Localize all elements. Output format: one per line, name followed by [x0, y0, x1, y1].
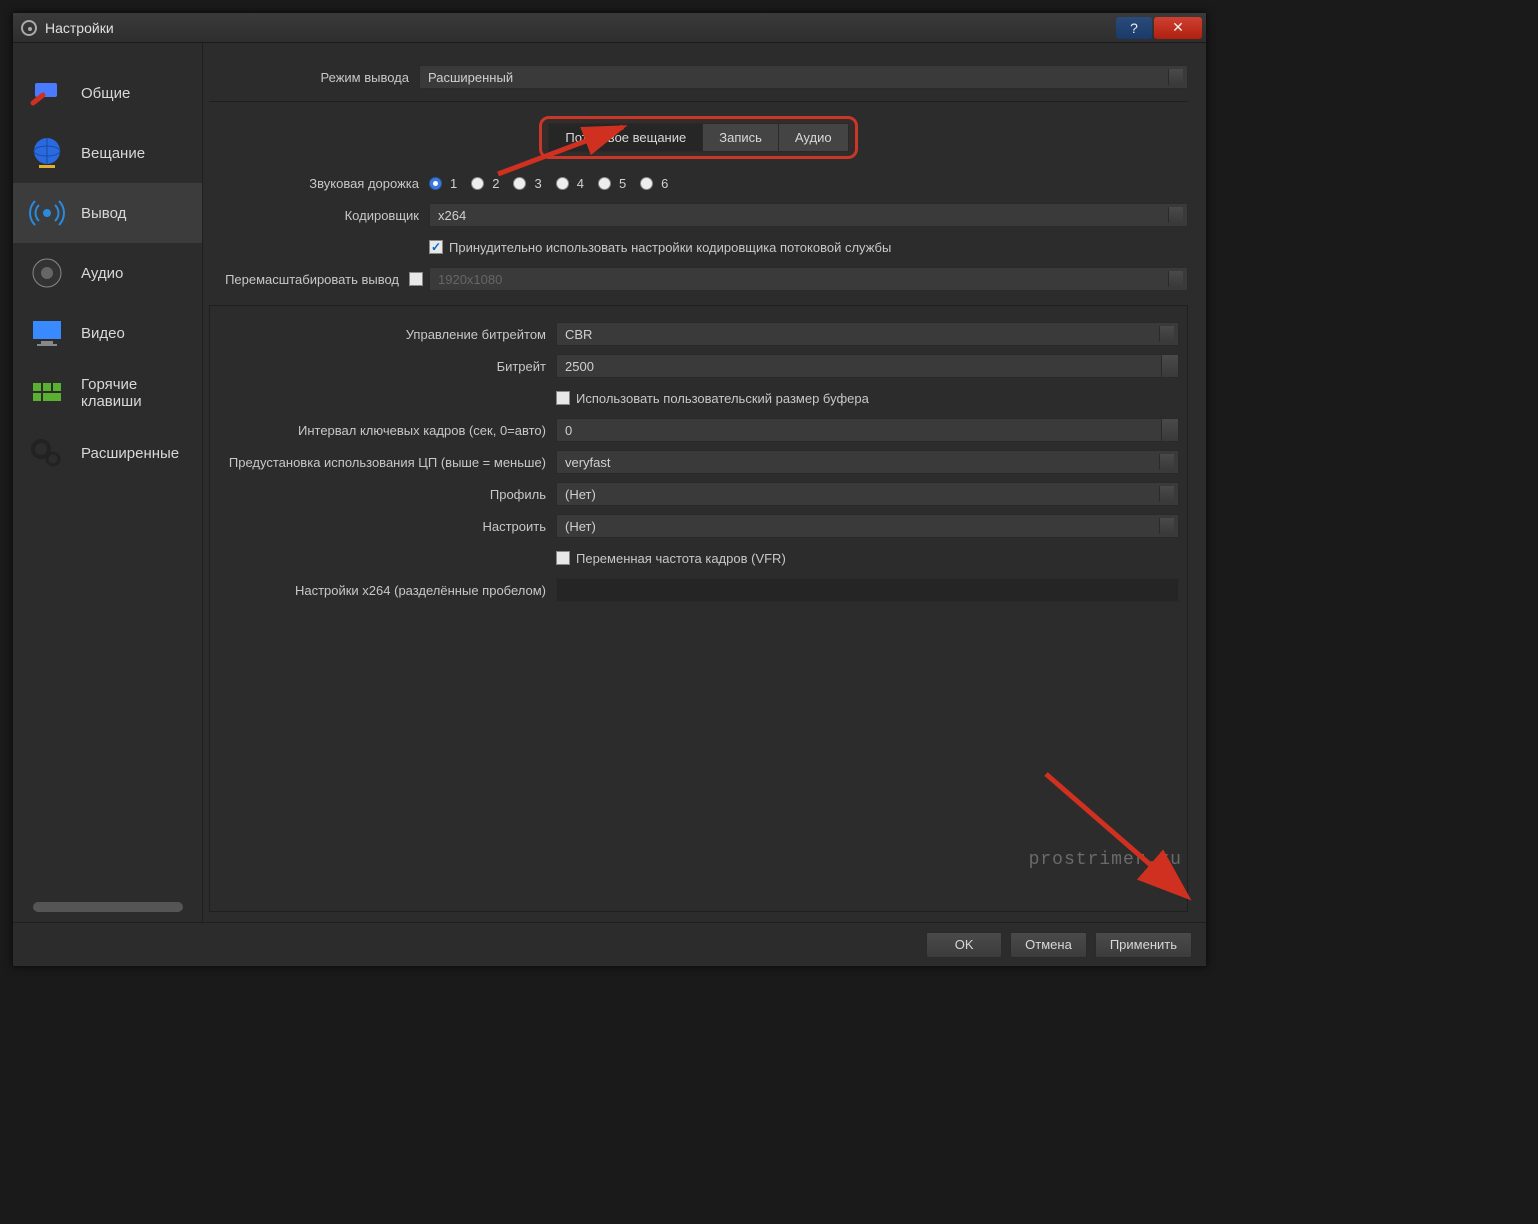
- audio-track-label: Звуковая дорожка: [209, 176, 429, 191]
- audio-track-6[interactable]: 6: [640, 176, 668, 191]
- ok-button[interactable]: OK: [926, 932, 1002, 958]
- encoder-settings-panel: Управление битрейтом CBR Битрейт 2500 Ис…: [209, 305, 1188, 912]
- tune-select[interactable]: (Нет): [556, 514, 1179, 538]
- sidebar-item-output[interactable]: Вывод: [13, 183, 202, 243]
- x264opts-input[interactable]: [556, 578, 1179, 602]
- sidebar-item-video[interactable]: Видео: [13, 303, 202, 363]
- dialog-footer: OK Отмена Применить: [13, 922, 1206, 966]
- encoder-select[interactable]: x264: [429, 203, 1188, 227]
- tune-label: Настроить: [210, 519, 556, 534]
- gears-icon: [27, 433, 67, 473]
- encoder-label: Кодировщик: [209, 208, 429, 223]
- cpu-preset-select[interactable]: veryfast: [556, 450, 1179, 474]
- sidebar-item-label: Вещание: [81, 145, 145, 162]
- cancel-button[interactable]: Отмена: [1010, 932, 1087, 958]
- sidebar-item-label: Расширенные: [81, 445, 179, 462]
- sidebar-item-label: Вывод: [81, 205, 126, 222]
- enforce-service-label: Принудительно использовать настройки код…: [449, 240, 891, 255]
- wrench-icon: [27, 73, 67, 113]
- output-mode-select[interactable]: Расширенный: [419, 65, 1188, 89]
- rescale-label: Перемасштабировать вывод: [209, 272, 409, 287]
- profile-select[interactable]: (Нет): [556, 482, 1179, 506]
- sidebar-item-audio[interactable]: Аудио: [13, 243, 202, 303]
- profile-label: Профиль: [210, 487, 556, 502]
- enforce-service-checkbox[interactable]: [429, 240, 443, 254]
- sidebar-item-hotkeys[interactable]: Горячие клавиши: [13, 363, 202, 423]
- rescale-row: Перемасштабировать вывод 1920x1080: [209, 265, 1188, 293]
- tabs-highlight: Потоковое вещание Запись Аудио: [539, 116, 857, 159]
- monitor-icon: [27, 313, 67, 353]
- enforce-service-row: Принудительно использовать настройки код…: [209, 233, 1188, 261]
- audio-track-1[interactable]: 1: [429, 176, 457, 191]
- audio-track-row: Звуковая дорожка 1 2 3 4 5 6: [209, 169, 1188, 197]
- output-mode-row: Режим вывода Расширенный: [209, 63, 1188, 91]
- audio-track-radios: 1 2 3 4 5 6: [429, 176, 668, 191]
- sidebar-item-label: Видео: [81, 325, 125, 342]
- sidebar-item-stream[interactable]: Вещание: [13, 123, 202, 183]
- audio-track-2[interactable]: 2: [471, 176, 499, 191]
- titlebar[interactable]: Настройки ? ✕: [13, 13, 1206, 43]
- content-area: Режим вывода Расширенный Потоковое вещан…: [203, 43, 1206, 922]
- audio-track-3[interactable]: 3: [513, 176, 541, 191]
- settings-window: Настройки ? ✕ Общие Вещание: [12, 12, 1207, 967]
- keyframe-label: Интервал ключевых кадров (сек, 0=авто): [210, 423, 556, 438]
- window-title: Настройки: [45, 20, 1116, 36]
- rate-control-label: Управление битрейтом: [210, 327, 556, 342]
- rescale-checkbox[interactable]: [409, 272, 423, 286]
- output-mode-label: Режим вывода: [209, 70, 419, 85]
- keyboard-icon: [27, 373, 67, 413]
- tab-audio[interactable]: Аудио: [779, 123, 849, 152]
- sidebar: Общие Вещание Вывод Аудио: [13, 43, 203, 922]
- sidebar-item-general[interactable]: Общие: [13, 63, 202, 123]
- speaker-icon: [27, 253, 67, 293]
- close-button[interactable]: ✕: [1154, 17, 1202, 39]
- bitrate-input[interactable]: 2500: [556, 354, 1179, 378]
- sidebar-item-advanced[interactable]: Расширенные: [13, 423, 202, 483]
- sidebar-item-label: Общие: [81, 85, 130, 102]
- watermark: prostrimer.ru: [1029, 850, 1182, 870]
- tab-recording[interactable]: Запись: [703, 123, 779, 152]
- vfr-label: Переменная частота кадров (VFR): [576, 551, 786, 566]
- audio-track-4[interactable]: 4: [556, 176, 584, 191]
- tab-streaming[interactable]: Потоковое вещание: [548, 123, 703, 152]
- vfr-checkbox[interactable]: [556, 551, 570, 565]
- bitrate-label: Битрейт: [210, 359, 556, 374]
- keyframe-input[interactable]: 0: [556, 418, 1179, 442]
- custom-buffer-checkbox[interactable]: [556, 391, 570, 405]
- custom-buffer-label: Использовать пользовательский размер буф…: [576, 391, 869, 406]
- sidebar-item-label: Аудио: [81, 265, 123, 282]
- encoder-row: Кодировщик x264: [209, 201, 1188, 229]
- globe-icon: [27, 133, 67, 173]
- rate-control-select[interactable]: CBR: [556, 322, 1179, 346]
- sidebar-scrollbar[interactable]: [33, 902, 183, 912]
- x264opts-label: Настройки x264 (разделённые пробелом): [210, 583, 556, 598]
- audio-track-5[interactable]: 5: [598, 176, 626, 191]
- app-icon: [21, 20, 37, 36]
- rescale-select[interactable]: 1920x1080: [429, 267, 1188, 291]
- help-button[interactable]: ?: [1116, 17, 1152, 39]
- apply-button[interactable]: Применить: [1095, 932, 1192, 958]
- cpu-preset-label: Предустановка использования ЦП (выше = м…: [210, 455, 556, 470]
- sidebar-item-label: Горячие клавиши: [81, 376, 202, 410]
- broadcast-icon: [27, 193, 67, 233]
